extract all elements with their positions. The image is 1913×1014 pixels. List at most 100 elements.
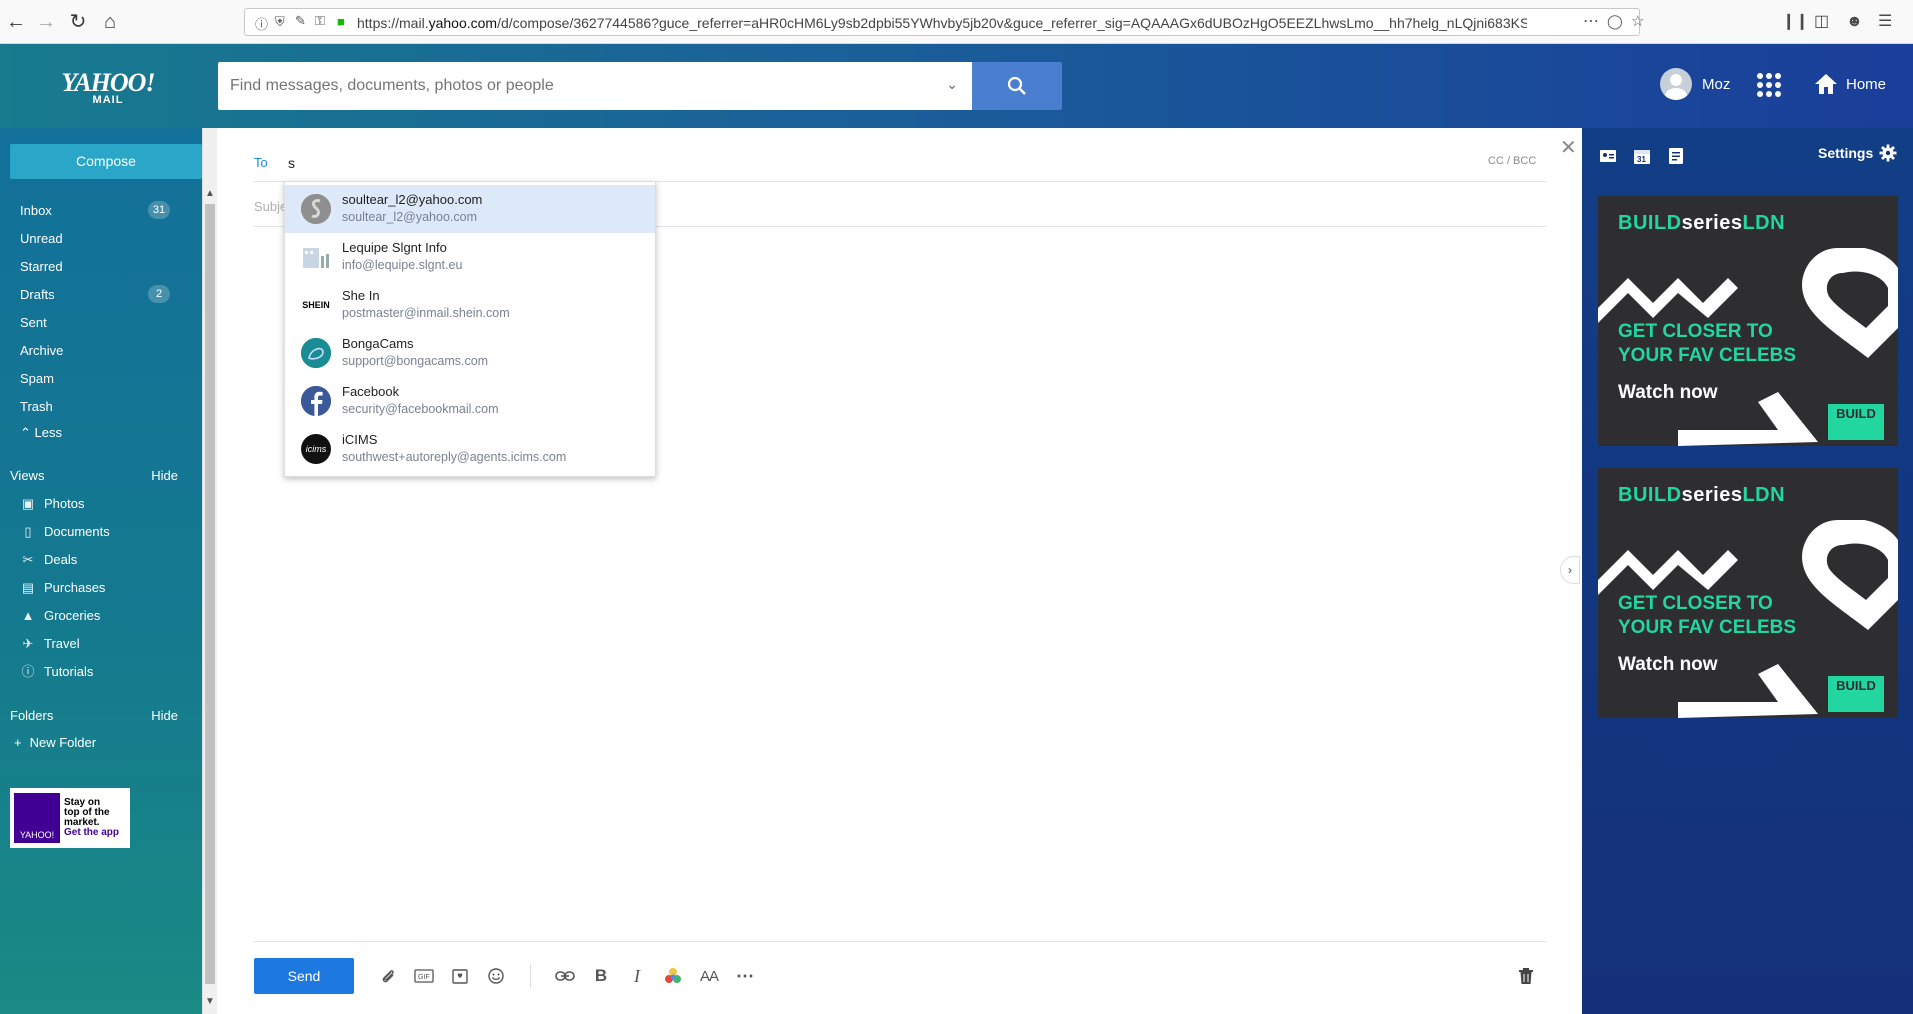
permissions-icon[interactable]: ✎ <box>295 13 306 29</box>
back-icon[interactable]: ← <box>4 10 28 34</box>
send-button[interactable]: Send <box>254 958 354 994</box>
sidebar-item-starred[interactable]: Starred <box>20 257 170 277</box>
bookmark-star-icon[interactable]: ☆ <box>1631 12 1644 30</box>
folders-hide-link[interactable]: Hide <box>151 706 178 726</box>
new-folder-button[interactable]: + New Folder <box>14 733 96 753</box>
contact-name: Lequipe Slgnt Info <box>342 240 447 255</box>
account-icon[interactable]: ☻ <box>1846 12 1863 32</box>
settings-button[interactable]: Settings <box>1818 144 1897 162</box>
key-icon[interactable]: ⚿ <box>315 13 325 29</box>
more-actions-icon[interactable]: ⋯ <box>1583 11 1599 31</box>
receipt-icon: ▤ <box>21 580 35 595</box>
cc-bcc-toggle[interactable]: CC / BCC <box>1488 155 1536 167</box>
font-size-icon[interactable]: AA <box>697 964 721 988</box>
discard-trash-icon[interactable] <box>1514 964 1538 988</box>
calendar-icon[interactable]: 31 <box>1632 146 1652 166</box>
view-item-purchases[interactable]: ▤ Purchases <box>20 578 106 598</box>
contact-avatar <box>301 338 331 368</box>
contact-email: soultear_l2@yahoo.com <box>342 210 477 224</box>
to-label: To <box>254 155 268 170</box>
sidebar-toggle-icon[interactable]: ◫ <box>1814 12 1829 32</box>
more-options-icon[interactable]: ⋯ <box>733 964 757 988</box>
text-color-icon[interactable] <box>661 964 685 988</box>
scrollbar-thumb[interactable] <box>205 204 215 984</box>
scroll-down-arrow[interactable]: ▼ <box>205 996 215 1007</box>
library-icon[interactable]: ❙❙ <box>1782 12 1809 32</box>
view-item-deals[interactable]: ✂ Deals <box>20 550 78 570</box>
contacts-icon[interactable] <box>1598 146 1618 166</box>
facebook-logo <box>301 386 331 416</box>
sidebar-scrollbar[interactable]: ▲ ▼ <box>202 128 217 1014</box>
less-toggle[interactable]: ⌃ Less <box>20 423 170 443</box>
sidebar-item-spam[interactable]: Spam <box>20 369 170 389</box>
suggestion-item[interactable]: soultear_l2@yahoo.com soultear_l2@yahoo.… <box>285 185 655 233</box>
sidebar-item-trash[interactable]: Trash <box>20 397 170 417</box>
mail-header: YAHOO! MAIL ⌄ Moz Home <box>0 44 1913 128</box>
contact-avatar <box>301 242 331 272</box>
expand-panel-chevron-icon[interactable]: › <box>1560 556 1580 584</box>
sidebar-item-drafts[interactable]: Drafts 2 <box>20 285 170 305</box>
notepad-icon[interactable] <box>1666 146 1686 166</box>
sidebar-item-archive[interactable]: Archive <box>20 341 170 361</box>
compose-button[interactable]: Compose <box>10 144 202 179</box>
views-hide-link[interactable]: Hide <box>151 466 178 486</box>
link-icon[interactable] <box>553 964 577 988</box>
home-icon[interactable]: ⌂ <box>98 10 122 34</box>
home-label: Home <box>1846 75 1887 93</box>
lock-icon: ■ <box>337 14 345 29</box>
to-field[interactable] <box>288 153 1188 173</box>
suggestion-item[interactable]: BongaCams support@bongacams.com <box>285 329 655 377</box>
close-icon[interactable]: ✕ <box>1560 135 1577 160</box>
sidebar-item-label: Inbox <box>20 203 52 218</box>
suggestion-item[interactable]: icims iCIMS southwest+autoreply@agents.i… <box>285 425 655 473</box>
icims-logo: icims <box>301 434 331 464</box>
italic-icon[interactable]: I <box>625 964 649 988</box>
contact-name: iCIMS <box>342 432 378 447</box>
view-label: Groceries <box>44 608 101 623</box>
info-icon[interactable]: ⓘ <box>255 14 268 33</box>
pocket-icon[interactable]: ◯ <box>1607 13 1623 30</box>
views-title: Views <box>10 468 45 483</box>
bold-icon[interactable]: B <box>589 964 613 988</box>
view-item-photos[interactable]: ▣ Photos <box>20 494 85 514</box>
forward-icon[interactable]: → <box>34 10 58 34</box>
view-item-groceries[interactable]: ▲ Groceries <box>20 606 101 626</box>
yahoo-mail-logo[interactable]: YAHOO! MAIL <box>58 68 158 106</box>
sidebar-item-sent[interactable]: Sent <box>20 313 170 333</box>
suggestion-item[interactable]: Facebook security@facebookmail.com <box>285 377 655 425</box>
subject-field[interactable]: Subje <box>254 199 287 214</box>
less-label: Less <box>34 425 62 440</box>
url-bar[interactable]: ⓘ ⛨ ✎ ⚿ ■ https://mail.yahoo.com/d/compo… <box>244 8 1644 36</box>
gif-icon[interactable]: GIF <box>412 964 436 988</box>
emoji-icon[interactable] <box>484 964 508 988</box>
menu-icon[interactable]: ☰ <box>1878 12 1892 32</box>
scroll-up-arrow[interactable]: ▲ <box>205 188 215 199</box>
suggestion-item[interactable]: SHEIN She In postmaster@inmail.shein.com <box>285 281 655 329</box>
sidebar-item-label: Starred <box>20 259 63 274</box>
sidebar-item-label: Sent <box>20 315 47 330</box>
stationery-icon[interactable] <box>448 964 472 988</box>
ad-text: Stay on top of the market. Get the app <box>64 797 120 838</box>
build-series-ad[interactable]: BUILDseriesLDN GET CLOSER TO YOUR FAV CEL… <box>1598 468 1898 718</box>
home-link[interactable]: Home <box>1814 72 1886 96</box>
search-button[interactable] <box>972 62 1062 110</box>
suggestion-item[interactable]: Lequipe Slgnt Info info@lequipe.slgnt.eu <box>285 233 655 281</box>
reload-icon[interactable]: ↻ <box>66 10 90 34</box>
view-item-tutorials[interactable]: ⓘ Tutorials <box>20 662 93 682</box>
sidebar-item-label: Spam <box>20 371 54 386</box>
shield-icon[interactable]: ⛨ <box>275 14 285 30</box>
sidebar-item-unread[interactable]: Unread <box>20 229 170 249</box>
search-input[interactable] <box>218 62 918 110</box>
sidebar-item-label: Trash <box>20 399 53 414</box>
view-item-documents[interactable]: ▯ Documents <box>20 522 109 542</box>
finance-app-ad[interactable]: YAHOO! Stay on top of the market. Get th… <box>10 788 130 848</box>
new-folder-label: New Folder <box>29 735 97 750</box>
attachment-icon[interactable] <box>376 964 400 988</box>
svg-text:GIF: GIF <box>418 974 430 981</box>
user-menu[interactable]: Moz <box>1660 68 1730 100</box>
sidebar-item-inbox[interactable]: Inbox 31 <box>20 201 170 221</box>
chevron-down-icon[interactable]: ⌄ <box>946 76 958 93</box>
view-item-travel[interactable]: ✈ Travel <box>20 634 80 654</box>
build-series-ad[interactable]: BUILDseriesLDN GET CLOSER TO YOUR FAV CEL… <box>1598 196 1898 446</box>
apps-grid-icon[interactable] <box>1756 72 1782 103</box>
